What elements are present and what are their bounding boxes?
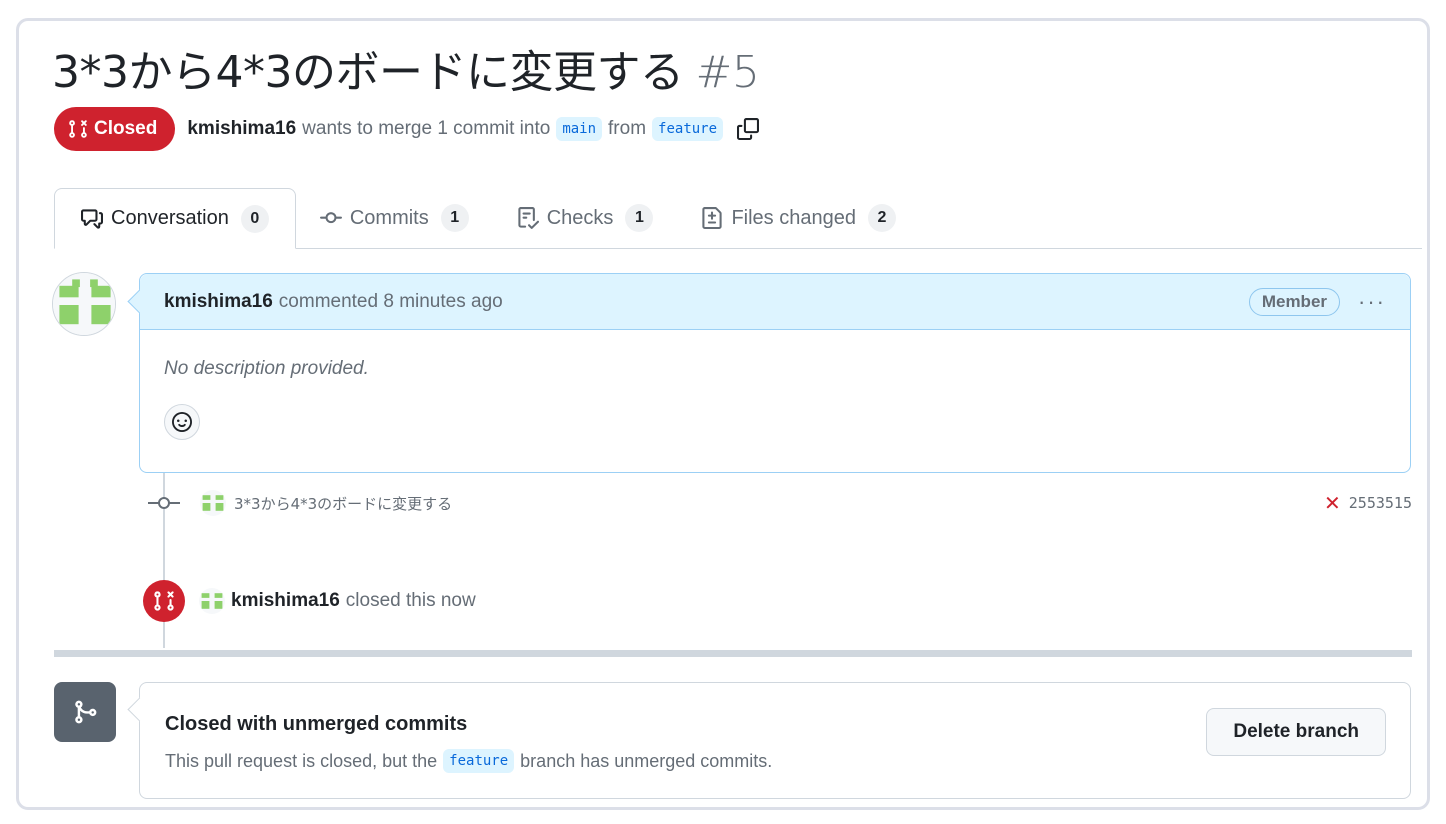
tab-commits-label: Commits xyxy=(349,206,429,229)
merge-status-box: Closed with unmerged commits This pull r… xyxy=(139,682,1411,799)
merge-status-title: Closed with unmerged commits xyxy=(165,713,468,735)
state-badge: Closed xyxy=(54,107,176,151)
pr-title: 3*3から4*3のボードに変更する #5 xyxy=(52,36,760,100)
git-commit-icon xyxy=(148,497,180,509)
git-commit-icon xyxy=(319,212,342,224)
closed-event: kmishima16 closed this now xyxy=(143,580,476,622)
tab-conversation-count: 0 xyxy=(240,204,269,233)
tab-files-changed-label: Files changed xyxy=(731,206,856,229)
commit-message-link[interactable]: 3*3から4*3のボードに変更する xyxy=(234,493,452,514)
pr-title-text: 3*3から4*3のボードに変更する xyxy=(52,47,684,98)
git-merge-icon xyxy=(54,682,116,742)
tab-checks-label: Checks xyxy=(546,206,614,229)
commit-author-avatar[interactable] xyxy=(200,490,226,516)
closed-author-avatar[interactable] xyxy=(199,588,225,614)
closed-author-link[interactable]: kmishima16 xyxy=(231,590,340,612)
x-icon[interactable]: ✕ xyxy=(1324,491,1341,516)
tab-commits-count: 1 xyxy=(440,204,469,232)
pr-tabs: Conversation 0 Commits 1 Checks 1 Files … xyxy=(54,188,1422,249)
kebab-icon[interactable]: ··· xyxy=(1358,289,1386,315)
comment-description: No description provided. xyxy=(164,358,369,379)
git-pull-request-closed-icon xyxy=(69,120,87,138)
smiley-icon xyxy=(172,412,192,432)
tab-files-changed[interactable]: Files changed 2 xyxy=(677,188,920,248)
tab-checks-count: 1 xyxy=(625,204,654,232)
role-badge: Member xyxy=(1248,287,1341,316)
comment-timestamp: commented 8 minutes ago xyxy=(278,290,503,312)
pr-meta: Closed kmishima16 wants to merge 1 commi… xyxy=(54,107,760,151)
comment-body: No description provided. xyxy=(140,330,1410,440)
base-branch[interactable]: main xyxy=(556,117,603,141)
file-diff-icon xyxy=(702,207,723,229)
merge-description: wants to merge 1 commit into xyxy=(302,118,551,139)
avatar[interactable] xyxy=(52,272,116,336)
merge-text-before: This pull request is closed, but the xyxy=(165,750,438,771)
pr-author-link[interactable]: kmishima16 xyxy=(187,118,296,140)
merge-text-after: branch has unmerged commits. xyxy=(520,750,773,771)
from-label: from xyxy=(608,118,647,139)
copy-icon[interactable] xyxy=(737,118,760,140)
closed-event-text: closed this now xyxy=(345,590,476,611)
tab-files-changed-count: 2 xyxy=(867,204,896,232)
delete-branch-button[interactable]: Delete branch xyxy=(1206,708,1386,756)
add-reaction-button[interactable] xyxy=(164,404,200,440)
comment-author-link[interactable]: kmishima16 xyxy=(164,291,273,313)
pr-number: #5 xyxy=(695,47,760,98)
comment-header: kmishima16 commented 8 minutes ago Membe… xyxy=(140,274,1410,330)
comment-card: kmishima16 commented 8 minutes ago Membe… xyxy=(139,273,1411,473)
tab-checks[interactable]: Checks 1 xyxy=(493,188,678,248)
commit-sha-link[interactable]: 2553515 xyxy=(1349,494,1412,512)
git-pull-request-closed-icon xyxy=(143,580,185,622)
tab-conversation[interactable]: Conversation 0 xyxy=(54,188,296,249)
tab-conversation-label: Conversation xyxy=(111,207,229,229)
comment-discussion-icon xyxy=(81,208,103,229)
state-label: Closed xyxy=(94,118,158,139)
head-branch[interactable]: feature xyxy=(652,117,724,141)
merge-status-text: This pull request is closed, but the fea… xyxy=(165,749,772,773)
commit-row: 3*3から4*3のボードに変更する ✕ 2553515 xyxy=(148,488,1412,518)
merge-branch[interactable]: feature xyxy=(443,749,515,773)
checklist-icon xyxy=(518,207,539,229)
timeline-divider xyxy=(54,650,1412,657)
tab-commits[interactable]: Commits 1 xyxy=(296,188,493,248)
